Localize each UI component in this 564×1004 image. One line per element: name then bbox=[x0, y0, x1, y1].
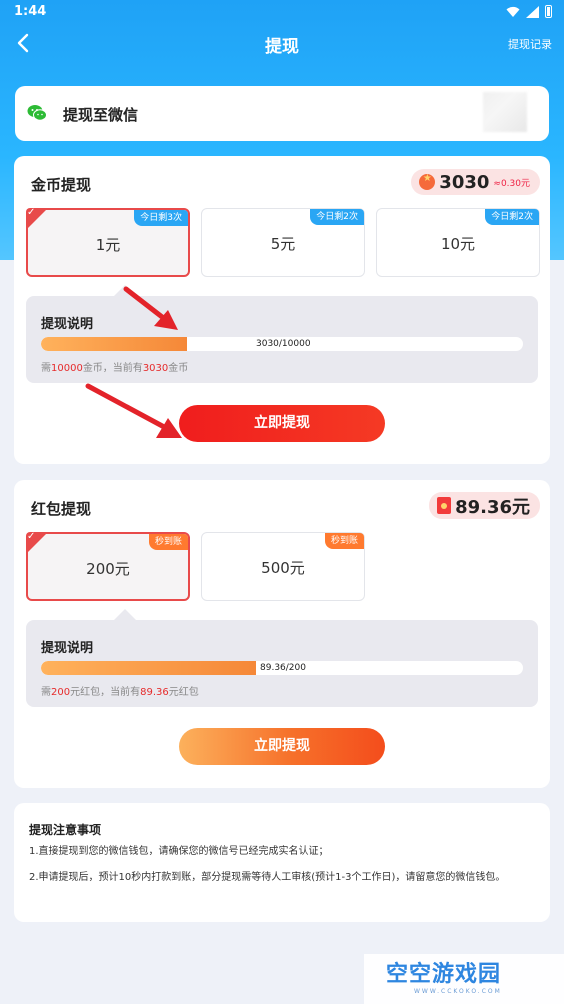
option-tag: 今日剩2次 bbox=[310, 209, 364, 225]
status-icons bbox=[506, 5, 552, 18]
withdraw-button[interactable]: 立即提现 bbox=[179, 405, 385, 442]
option-label: 200元 bbox=[86, 560, 130, 578]
notes-line: 1.直接提现到您的微信钱包，请确保您的微信号已经完成实名认证； bbox=[29, 846, 329, 857]
withdraw-target-label: 提现至微信 bbox=[63, 106, 139, 124]
description-title: 提现说明 bbox=[41, 641, 94, 656]
option-tag: 秒到账 bbox=[148, 534, 188, 550]
selected-check-icon bbox=[26, 207, 48, 230]
notes-title: 提现注意事项 bbox=[29, 823, 102, 837]
watermark: 空空游戏园 WWW.CCKOKO.COM bbox=[364, 954, 564, 1004]
option-label: 5元 bbox=[270, 235, 296, 253]
watermark-text: 空空游戏园 bbox=[386, 962, 502, 987]
option-tag: 秒到账 bbox=[324, 533, 364, 549]
red-packet-icon bbox=[437, 497, 452, 514]
status-bar: 1:44 bbox=[0, 0, 564, 24]
amount-option-500[interactable]: 秒到账 500元 bbox=[201, 532, 365, 601]
amount-option-200[interactable]: 秒到账 200元 bbox=[26, 531, 190, 601]
annotation-arrow-icon bbox=[85, 383, 182, 438]
withdraw-description: 提现说明 89.36/200 需200元红包，当前有89.36元红包 bbox=[26, 620, 538, 707]
withdraw-button[interactable]: 立即提现 bbox=[179, 728, 385, 765]
watermark-url: WWW.CCKOKO.COM bbox=[414, 988, 502, 995]
annotation-arrow-icon bbox=[123, 286, 178, 330]
progress-text: 3030/10000 bbox=[256, 339, 311, 349]
coin-balance: 3030 bbox=[439, 171, 490, 193]
progress-note: 需200元红包，当前有89.36元红包 bbox=[41, 687, 199, 698]
wechat-icon bbox=[27, 105, 47, 121]
progress-bar: 3030/10000 bbox=[41, 337, 523, 351]
option-label: 10元 bbox=[440, 235, 476, 253]
withdraw-notes-card: 提现注意事项 1.直接提现到您的微信钱包，请确保您的微信号已经完成实名认证； 2… bbox=[14, 803, 550, 922]
section-title: 红包提现 bbox=[31, 500, 92, 518]
coin-balance-value: ≈0.30元 bbox=[493, 178, 530, 189]
selected-check-icon bbox=[26, 531, 48, 554]
description-title: 提现说明 bbox=[41, 317, 94, 332]
progress-fill bbox=[41, 661, 256, 675]
amount-option-1[interactable]: 今日剩3次 1元 bbox=[26, 207, 190, 277]
withdraw-target-card[interactable]: 提现至微信 bbox=[15, 86, 549, 141]
redpacket-balance-badge: 89.36元 bbox=[429, 492, 540, 519]
battery-icon bbox=[545, 5, 552, 18]
redpacket-withdraw-card: 红包提现 89.36元 秒到账 200元 秒到账 500元 提现说明 89.36… bbox=[14, 480, 550, 788]
nav-bar: 提现 提现记录 bbox=[0, 24, 564, 64]
redpacket-balance: 89.36元 bbox=[455, 496, 530, 518]
option-label: 1元 bbox=[95, 236, 121, 254]
page-title: 提现 bbox=[265, 37, 299, 57]
option-label: 500元 bbox=[261, 559, 305, 577]
progress-fill bbox=[41, 337, 187, 351]
signal-icon bbox=[526, 5, 539, 18]
coin-icon bbox=[419, 173, 436, 190]
progress-note: 需10000金币，当前有3030金币 bbox=[41, 363, 189, 374]
wifi-icon bbox=[506, 6, 520, 17]
coin-balance-badge: 3030 ≈0.30元 bbox=[411, 169, 540, 195]
section-title: 金币提现 bbox=[31, 176, 92, 194]
amount-option-5[interactable]: 今日剩2次 5元 bbox=[201, 208, 365, 277]
amount-option-10[interactable]: 今日剩2次 10元 bbox=[376, 208, 540, 277]
status-time: 1:44 bbox=[14, 4, 47, 19]
notes-line: 2.申请提现后，预计10秒内打款到账，部分提现需等待人工审核(预计1-3个工作日… bbox=[29, 872, 506, 883]
withdraw-description: 提现说明 3030/10000 需10000金币，当前有3030金币 bbox=[26, 296, 538, 383]
option-tag: 今日剩3次 bbox=[134, 210, 188, 226]
avatar bbox=[483, 92, 527, 132]
option-tag: 今日剩2次 bbox=[485, 209, 539, 225]
progress-text: 89.36/200 bbox=[260, 663, 306, 673]
progress-bar: 89.36/200 bbox=[41, 661, 523, 675]
history-link[interactable]: 提现记录 bbox=[508, 36, 552, 52]
